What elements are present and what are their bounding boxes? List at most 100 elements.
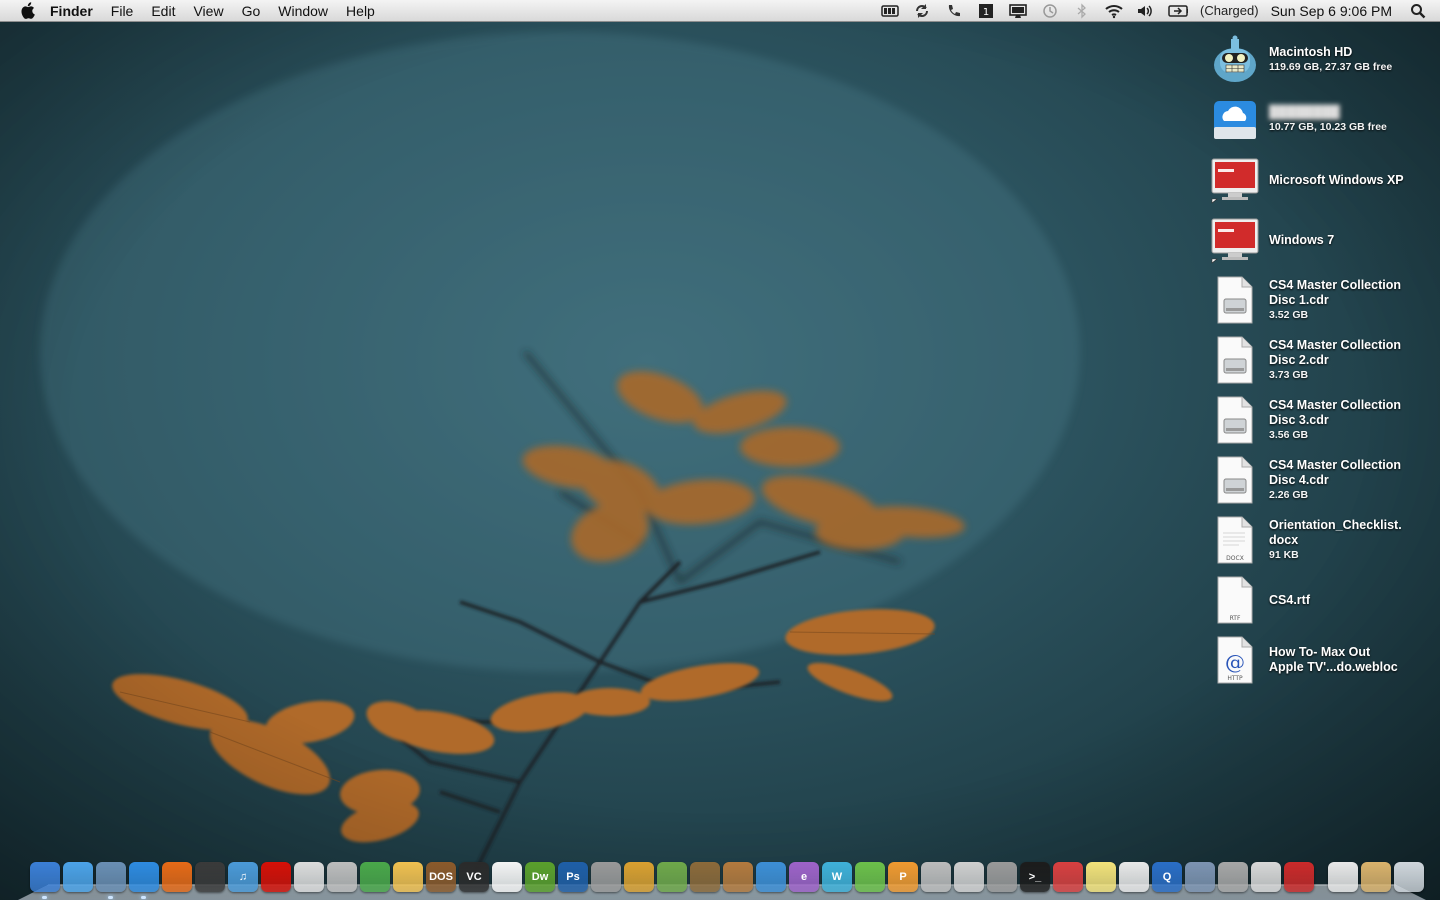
dock-stickies-icon[interactable] (1086, 862, 1116, 892)
item-info: 3.56 GB (1269, 428, 1309, 441)
desktop-items: Macintosh HD 119.69 GB, 27.37 GB free ██… (1210, 30, 1422, 690)
desktop-item-cs4-rtf[interactable]: RTF CS4.rtf (1210, 570, 1422, 630)
volume-icon[interactable] (1136, 3, 1156, 19)
dock-terminal-icon[interactable]: >_ (1020, 862, 1050, 892)
dock-activity-icon[interactable] (1053, 862, 1083, 892)
docx-file-icon: DOCX (1210, 515, 1260, 565)
desktop-item-label: How To- Max Out Apple TV'...do.webloc (1269, 645, 1398, 675)
desktop-item-label: Microsoft Windows XP (1269, 173, 1404, 188)
item-info: 119.69 GB, 27.37 GB free (1269, 61, 1393, 73)
item-name: CS4 Master Collection Disc 1.cdr (1269, 277, 1401, 307)
dock-parallels-icon[interactable] (1284, 862, 1314, 892)
sync-icon[interactable] (912, 3, 932, 19)
desktop-item-cloud-drive[interactable]: ████████ 10.77 GB, 10.23 GB free (1210, 90, 1422, 150)
desktop-item-label: Orientation_Checklist. docx 91 KB (1269, 518, 1402, 563)
dock-documents-icon[interactable] (1328, 862, 1358, 892)
menubar-clock[interactable]: Sun Sep 6 9:06 PM (1271, 3, 1392, 19)
rtf-file-icon: RTF (1210, 575, 1260, 625)
dock-xcode-icon[interactable] (591, 862, 621, 892)
dock-keychain-icon[interactable] (294, 862, 324, 892)
menu-window[interactable]: Window (278, 3, 328, 19)
dock-acrobat-icon[interactable] (492, 862, 522, 892)
item-name-redacted: ████████ (1269, 105, 1340, 119)
apple-menu-icon[interactable] (20, 2, 36, 20)
parallels-vm-icon (1210, 215, 1260, 265)
menu-go[interactable]: Go (242, 3, 261, 19)
dock-dreamweaver-icon[interactable]: Dw (525, 862, 555, 892)
item-info: 3.73 GB (1269, 368, 1309, 381)
running-indicator (108, 896, 113, 899)
clipboard-icon[interactable]: 1 (976, 3, 996, 19)
app-name[interactable]: Finder (50, 3, 93, 19)
disk-image-icon (1210, 335, 1260, 385)
desktop-item-cs4-disc-4[interactable]: CS4 Master Collection Disc 4.cdr 2.26 GB (1210, 450, 1422, 510)
dock-app-e-icon[interactable]: e (789, 862, 819, 892)
time-machine-icon[interactable] (1040, 3, 1060, 19)
desktop-item-orientation-checklist[interactable]: DOCX Orientation_Checklist. docx 91 KB (1210, 510, 1422, 570)
dock-transmission-icon[interactable] (756, 862, 786, 892)
desktop-item-windows-7[interactable]: Windows 7 (1210, 210, 1422, 270)
item-info: 3.52 GB (1269, 308, 1309, 321)
dock-downloads-icon[interactable] (1361, 862, 1391, 892)
phone-icon[interactable] (944, 3, 964, 19)
desktop-item-webloc[interactable]: @ HTTP How To- Max Out Apple TV'...do.web… (1210, 630, 1422, 690)
desktop-item-label: Macintosh HD 119.69 GB, 27.37 GB free (1269, 45, 1392, 75)
dock-ichat-icon[interactable] (63, 862, 93, 892)
webloc-file-icon: @ HTTP (1210, 635, 1260, 685)
desktop-item-macintosh-hd[interactable]: Macintosh HD 119.69 GB, 27.37 GB free (1210, 30, 1422, 90)
dock-photos-icon[interactable] (1185, 862, 1215, 892)
wifi-icon[interactable] (1104, 3, 1124, 19)
dock-dosbox-icon[interactable]: DOS (426, 862, 456, 892)
dock-messenger-icon[interactable] (360, 862, 390, 892)
battery-meter-icon[interactable] (880, 3, 900, 19)
dock-adium-icon[interactable] (657, 862, 687, 892)
bluetooth-icon[interactable] (1072, 2, 1092, 19)
battery-icon[interactable] (1168, 3, 1189, 19)
dock-app-p-icon[interactable]: P (888, 862, 918, 892)
item-info: 91 KB (1269, 548, 1299, 561)
running-indicator (42, 896, 47, 899)
dock-app-x-icon[interactable] (855, 862, 885, 892)
display-icon[interactable] (1008, 3, 1028, 19)
item-name: How To- Max Out Apple TV'...do.webloc (1269, 645, 1398, 674)
dock-finder-icon[interactable] (30, 862, 60, 899)
dock-flash-icon[interactable] (624, 862, 654, 892)
dock-firefox-icon[interactable] (162, 862, 192, 892)
dock-preview-icon[interactable] (96, 862, 126, 899)
item-name: CS4 Master Collection Disc 3.cdr (1269, 397, 1401, 427)
dock-dvd-drive-icon[interactable] (1251, 862, 1281, 892)
file-badge: RTF (1230, 615, 1241, 622)
desktop-item-cs4-disc-1[interactable]: CS4 Master Collection Disc 1.cdr 3.52 GB (1210, 270, 1422, 330)
dock-utility-icon[interactable] (987, 862, 1017, 892)
dock-iphoto-icon[interactable] (690, 862, 720, 892)
running-indicator (141, 896, 146, 899)
dock-itunes-icon[interactable]: ♫ (228, 862, 258, 892)
dock-calculator-icon[interactable] (954, 862, 984, 892)
dock-app-w-icon[interactable]: W (822, 862, 852, 892)
desktop-item-cs4-disc-2[interactable]: CS4 Master Collection Disc 2.cdr 3.73 GB (1210, 330, 1422, 390)
dock-quicktime-icon[interactable]: Q (1152, 862, 1182, 892)
desktop-item-cs4-disc-3[interactable]: CS4 Master Collection Disc 3.cdr 3.56 GB (1210, 390, 1422, 450)
dock-textedit-icon[interactable] (1119, 862, 1149, 892)
desktop-item-label: ████████ 10.77 GB, 10.23 GB free (1269, 105, 1387, 135)
menu-help[interactable]: Help (346, 3, 375, 19)
spotlight-icon[interactable] (1408, 3, 1428, 19)
dock-istat-icon[interactable] (195, 862, 225, 892)
menu-file[interactable]: File (111, 3, 134, 19)
dock-vlc-icon[interactable]: VC (459, 862, 489, 892)
file-badge: DOCX (1226, 555, 1244, 562)
battery-status-text[interactable]: (Charged) (1200, 3, 1259, 18)
dock-photoshop-icon[interactable]: Ps (558, 862, 588, 892)
dock-sysprefs-icon[interactable] (1218, 862, 1248, 892)
menu-view[interactable]: View (193, 3, 223, 19)
dock-imovie-icon[interactable] (723, 862, 753, 892)
dock-stamps-icon[interactable] (393, 862, 423, 892)
desktop-item-windows-xp[interactable]: Microsoft Windows XP (1210, 150, 1422, 210)
dock-safari-icon[interactable] (129, 862, 159, 899)
dock-lastfm-icon[interactable] (261, 862, 291, 892)
dock-app-tools-icon[interactable] (921, 862, 951, 892)
dock-dvd-icon[interactable] (327, 862, 357, 892)
dock-trash-icon[interactable] (1394, 862, 1424, 892)
desktop-item-label: CS4 Master Collection Disc 4.cdr 2.26 GB (1269, 458, 1422, 503)
menu-edit[interactable]: Edit (151, 3, 175, 19)
